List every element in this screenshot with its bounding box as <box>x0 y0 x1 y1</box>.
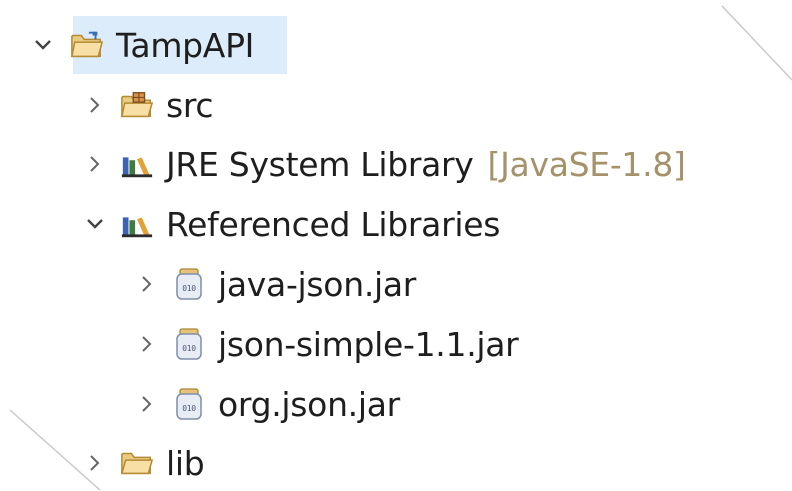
jar-file-icon: 010 <box>172 327 206 361</box>
chevron-right-icon[interactable] <box>82 450 108 476</box>
tree-item-label: src <box>166 85 214 125</box>
tree-item-label: java-json.jar <box>218 264 417 304</box>
chevron-right-icon[interactable] <box>82 151 108 177</box>
tree-item-label: lib <box>166 443 205 483</box>
jre-version-decoration: [JavaSE-1.8] <box>487 144 686 184</box>
folder-icon <box>120 446 154 480</box>
chevron-right-icon[interactable] <box>82 92 108 118</box>
tree-item-label: org.json.jar <box>218 384 400 424</box>
project-folder-icon <box>70 28 104 62</box>
chevron-down-icon[interactable] <box>82 211 108 237</box>
jar-file-icon: 010 <box>172 267 206 301</box>
jar-file-icon: 010 <box>172 387 206 421</box>
chevron-right-icon[interactable] <box>134 331 160 357</box>
chevron-right-icon[interactable] <box>134 271 160 297</box>
library-books-icon <box>120 207 154 241</box>
package-folder-icon <box>120 88 154 122</box>
tree-item-jar[interactable]: 010 org.json.jar <box>134 376 400 432</box>
tree-item-jre-system-library[interactable]: JRE System Library [JavaSE-1.8] <box>82 136 686 192</box>
tree-item-label: Referenced Libraries <box>166 204 501 244</box>
tree-item-project[interactable]: TampAPI <box>30 17 254 73</box>
chevron-right-icon[interactable] <box>134 391 160 417</box>
project-explorer-tree: TampAPI src JRE System Library [JavaSE-1… <box>0 0 792 490</box>
tree-item-referenced-libraries[interactable]: Referenced Libraries <box>82 196 500 252</box>
svg-text:010: 010 <box>182 404 196 413</box>
tree-item-label: json-simple-1.1.jar <box>218 324 519 364</box>
library-books-icon <box>120 147 154 181</box>
svg-text:010: 010 <box>182 284 196 293</box>
chevron-down-icon[interactable] <box>30 32 56 58</box>
tree-item-src[interactable]: src <box>82 77 214 133</box>
tree-item-jar[interactable]: 010 java-json.jar <box>134 256 416 312</box>
svg-text:010: 010 <box>182 344 196 353</box>
tree-item-label: TampAPI <box>116 25 255 65</box>
tree-item-lib[interactable]: lib <box>82 435 205 491</box>
tree-item-label: JRE System Library <box>166 144 474 184</box>
tree-item-jar[interactable]: 010 json-simple-1.1.jar <box>134 316 519 372</box>
